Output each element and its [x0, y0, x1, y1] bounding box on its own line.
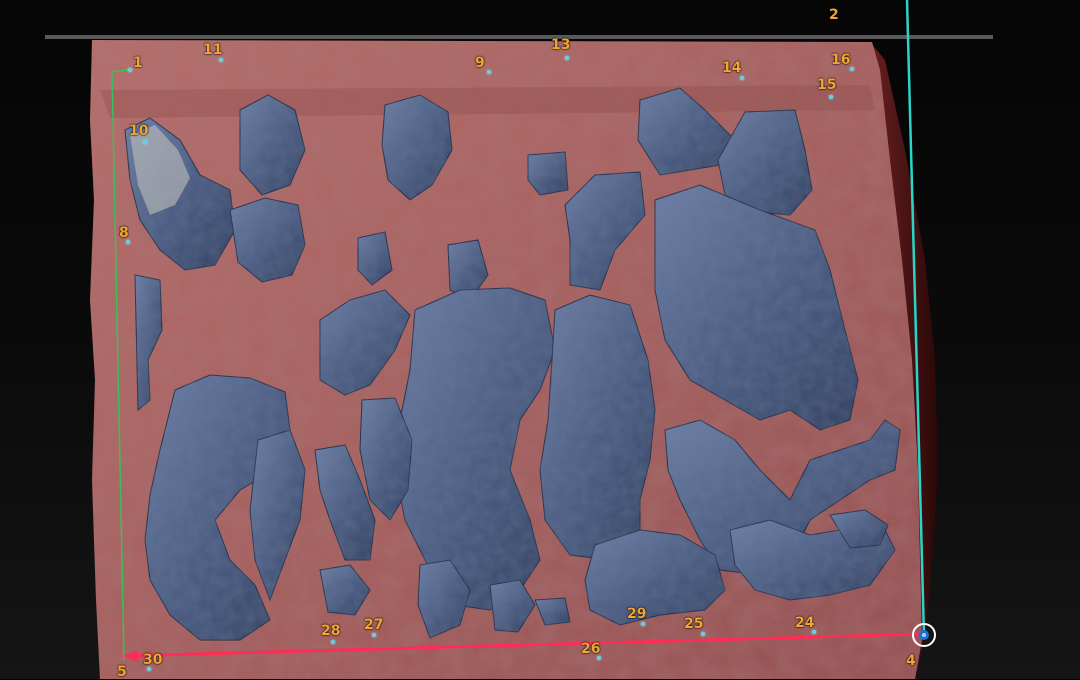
- marker-point-30[interactable]: [147, 667, 151, 671]
- marker-label-28[interactable]: 28: [321, 624, 340, 638]
- marker-point-11[interactable]: [219, 58, 223, 62]
- marker-point-29[interactable]: [641, 622, 645, 626]
- marker-point-15[interactable]: [829, 95, 833, 99]
- marker-label-11[interactable]: 11: [203, 43, 222, 57]
- marker-point-14[interactable]: [740, 76, 744, 80]
- marker-point-9[interactable]: [487, 70, 491, 74]
- marker-label-9[interactable]: 9: [475, 56, 485, 70]
- 3d-viewport[interactable]: 1 2 4 5 8 9 10 11 13 14 15 16 24 25 26 2…: [0, 0, 1080, 679]
- marker-point-28[interactable]: [331, 640, 335, 644]
- marker-label-30[interactable]: 30: [143, 653, 162, 667]
- marker-point-24[interactable]: [812, 630, 816, 634]
- marker-point-13[interactable]: [565, 56, 569, 60]
- marker-label-4[interactable]: 4: [906, 654, 916, 668]
- marker-point-16[interactable]: [850, 67, 854, 71]
- pivot-handle-dot: [922, 633, 926, 637]
- marker-label-13[interactable]: 13: [551, 38, 570, 52]
- marker-label-25[interactable]: 25: [684, 617, 703, 631]
- marker-label-14[interactable]: 14: [722, 61, 741, 75]
- marker-label-27[interactable]: 27: [364, 618, 383, 632]
- marker-label-8[interactable]: 8: [119, 226, 129, 240]
- marker-point-25[interactable]: [701, 632, 705, 636]
- marker-point-10[interactable]: [143, 140, 147, 144]
- viewport-top-frame-line: [45, 35, 993, 39]
- marker-label-2[interactable]: 2: [829, 8, 839, 22]
- marker-label-16[interactable]: 16: [831, 53, 850, 67]
- relief-scan-scene[interactable]: [0, 0, 1080, 679]
- marker-label-24[interactable]: 24: [795, 616, 814, 630]
- marker-label-15[interactable]: 15: [817, 78, 836, 92]
- marker-label-1[interactable]: 1: [133, 56, 143, 70]
- marker-label-29[interactable]: 29: [627, 607, 646, 621]
- marker-point-27[interactable]: [372, 633, 376, 637]
- marker-point-8[interactable]: [126, 240, 130, 244]
- marker-point-1[interactable]: [128, 68, 132, 72]
- marker-label-10[interactable]: 10: [129, 124, 148, 138]
- marker-point-26[interactable]: [597, 656, 601, 660]
- marker-label-5[interactable]: 5: [117, 665, 127, 679]
- marker-label-26[interactable]: 26: [581, 642, 600, 656]
